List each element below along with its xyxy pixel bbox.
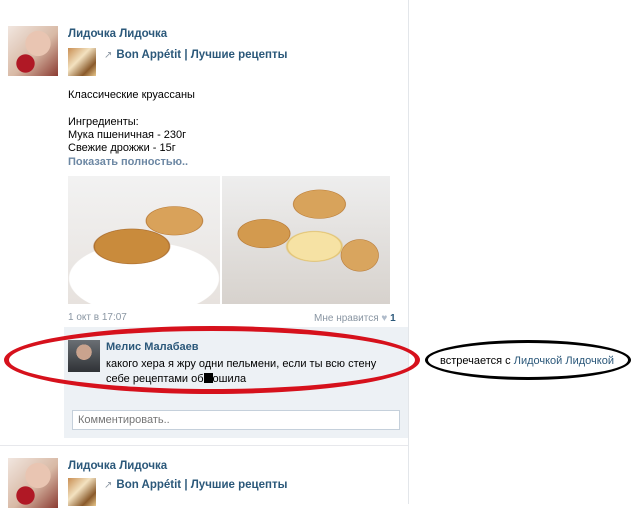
post-text-line: Мука пшеничная - 230г <box>68 129 187 141</box>
heart-icon: ♥ <box>381 313 388 324</box>
source-avatar[interactable] <box>68 478 96 506</box>
post-author-avatar[interactable] <box>8 26 58 76</box>
like-button[interactable]: Мне нравится ♥ 1 <box>314 313 396 324</box>
relationship-link[interactable]: Лидочкой Лидочкой <box>514 355 614 367</box>
post-text-line: Свежие дрожжи - 15г <box>68 142 176 154</box>
post-text-line: Ингредиенты: <box>68 116 139 128</box>
relationship-status: встречается с Лидочкой Лидочкой <box>440 355 614 367</box>
source-line: ↗ Bon Appétit | Лучшие рецепты <box>104 479 287 491</box>
post-photo-2[interactable] <box>222 176 390 304</box>
like-label: Мне нравится <box>314 313 379 324</box>
post-photo-1[interactable] <box>68 176 220 304</box>
post-date[interactable]: 1 окт в 17:07 <box>68 312 127 323</box>
show-more-link[interactable]: Показать полностью.. <box>68 156 188 168</box>
post-author-name[interactable]: Лидочка Лидочка <box>68 460 167 472</box>
repost-icon: ↗ <box>104 480 113 491</box>
red-circle-annotation <box>4 326 420 394</box>
source-link[interactable]: Bon Appétit | Лучшие рецепты <box>116 479 287 491</box>
post-author-name[interactable]: Лидочка Лидочка <box>68 28 167 40</box>
source-avatar[interactable] <box>68 48 96 76</box>
post-title: Классические круассаны <box>68 89 195 101</box>
post-divider <box>0 445 408 446</box>
repost-icon: ↗ <box>104 50 113 61</box>
source-line: ↗ Bon Appétit | Лучшие рецепты <box>104 49 287 61</box>
comment-input[interactable] <box>72 410 400 430</box>
post-author-avatar[interactable] <box>8 458 58 508</box>
feed-border <box>408 0 409 504</box>
like-count: 1 <box>390 313 396 324</box>
source-link[interactable]: Bon Appétit | Лучшие рецепты <box>116 49 287 61</box>
